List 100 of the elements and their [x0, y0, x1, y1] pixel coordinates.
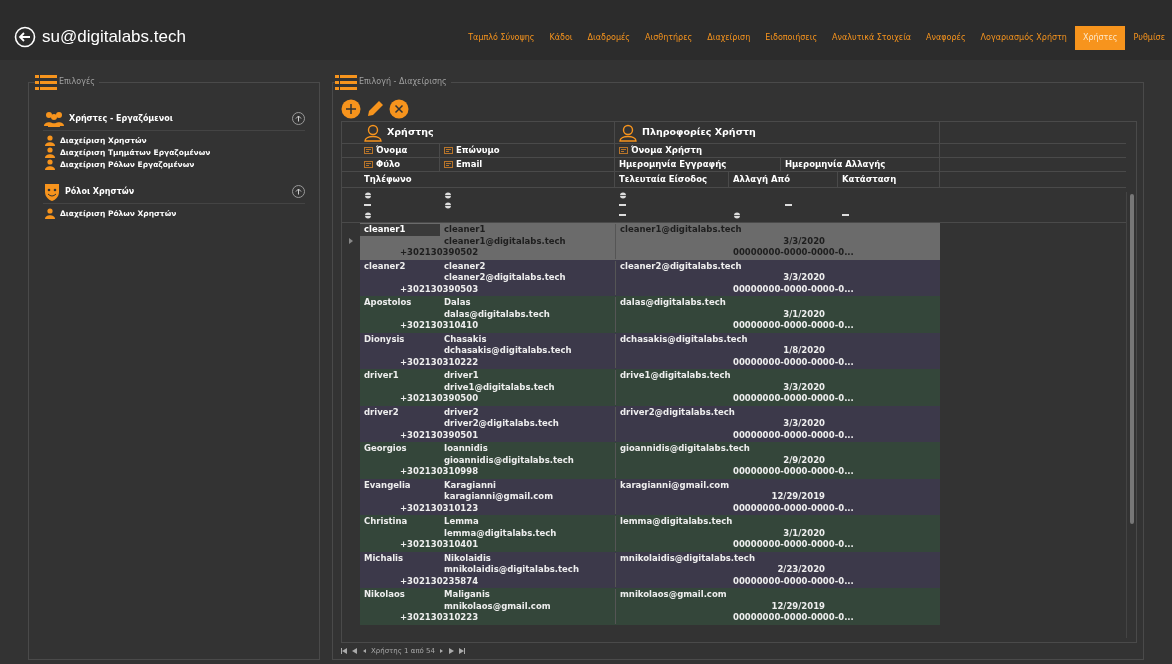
table-cell: 00000000-0000-0000-0... — [733, 392, 854, 406]
previous-page-icon[interactable] — [351, 648, 357, 654]
band-header: Πληροφορίες Χρήστη — [642, 125, 756, 140]
back-icon[interactable] — [14, 26, 36, 48]
table-cell: gioannidis@digitalabs.tech — [444, 453, 574, 467]
filter-icon[interactable] — [444, 191, 452, 199]
scrollbar[interactable] — [1126, 192, 1136, 638]
table-cell: cleaner1@digitalabs.tech — [620, 223, 742, 237]
column-header[interactable]: Email — [456, 158, 483, 171]
section-title[interactable]: Ρόλοι Χρηστών — [65, 185, 135, 198]
people-icon — [43, 110, 65, 127]
table-cell: Dalas — [444, 296, 471, 310]
dash-icon[interactable] — [364, 203, 371, 207]
nav-tab[interactable]: Κάδοι — [542, 26, 580, 50]
column-header[interactable]: Τηλέφωνο — [364, 173, 412, 186]
table-cell: 2/23/2020 — [777, 563, 825, 577]
filter-icon[interactable] — [733, 211, 741, 219]
table-cell: karagianni@gmail.com — [620, 478, 730, 492]
column-header[interactable]: Όνομα Χρήστη — [631, 144, 703, 157]
pencil-icon[interactable] — [365, 99, 385, 119]
table-cell: 3/1/2020 — [783, 526, 825, 540]
table-cell: driver2 — [364, 405, 399, 419]
table-cell: lemma@digitalabs.tech — [620, 515, 733, 529]
nav-tab[interactable]: Αισθητήρες — [638, 26, 700, 50]
table-cell: Nikolaos — [364, 588, 405, 602]
table-row[interactable]: Christina Lemma lemma@digitalabs.tech lemma@digitalabs.tech 3/1/2020 +302130310401 00000000-0000-0000-0... — [360, 515, 940, 552]
list-icon — [35, 73, 57, 91]
table-cell: Chasakis — [444, 332, 487, 346]
nav-tab[interactable]: Αναφορές — [919, 26, 973, 50]
nav-tab[interactable]: Διαδρομές — [580, 26, 637, 50]
panel-title: Επιλογές — [59, 76, 95, 88]
last-page-icon[interactable] — [459, 648, 466, 654]
table-cell: drive1@digitalabs.tech — [444, 380, 555, 394]
table-cell: +302130235874 — [400, 574, 479, 588]
column-header[interactable]: Επώνυμο — [456, 144, 500, 157]
column-header[interactable]: Κατάσταση — [842, 173, 897, 186]
table-row[interactable]: Nikolaos Maliganis mnikolaos@gmail.com mnikolaos@gmail.com 12/29/2019 +302130310223 00000000-0000-0000-0... — [360, 588, 940, 625]
dash-icon[interactable] — [785, 203, 792, 207]
filter-icon[interactable] — [364, 191, 372, 199]
table-cell: +302130310123 — [400, 501, 479, 515]
table-cell: mnikolaos@gmail.com — [620, 588, 727, 602]
table-cell: 00000000-0000-0000-0... — [733, 501, 854, 515]
table-row[interactable]: Apostolos Dalas dalas@digitalabs.tech dalas@digitalabs.tech 3/1/2020 +302130310410 00000000-0000-0000-0... — [360, 296, 940, 333]
column-header[interactable]: Αλλαγή Από — [733, 173, 791, 186]
close-icon[interactable] — [389, 99, 409, 119]
nav-tab[interactable]: Ρυθμίσε — [1126, 26, 1172, 50]
table-row[interactable]: driver1 driver1 drive1@digitalabs.tech drive1@digitalabs.tech 3/3/2020 +302130390500 00000000-0000-0000-0... — [360, 369, 940, 406]
table-cell: Michalis — [364, 551, 404, 565]
table-cell: driver1 — [364, 369, 399, 383]
section-title[interactable]: Χρήστες - Εργαζόμενοι — [69, 112, 173, 125]
card-icon — [444, 146, 453, 155]
first-page-icon[interactable] — [341, 648, 347, 654]
card-icon — [619, 146, 628, 155]
table-cell: cleaner2 — [364, 259, 406, 273]
column-header[interactable]: Όνομα — [376, 144, 408, 157]
table-cell: driver2@digitalabs.tech — [444, 417, 559, 431]
table-cell: 00000000-0000-0000-0... — [733, 246, 854, 260]
app-title: su@digitalabs.tech — [42, 25, 186, 48]
table-cell: Karagianni — [444, 478, 496, 492]
previous-icon[interactable] — [361, 648, 367, 654]
table-cell: cleaner1 — [364, 223, 406, 237]
nav-tab[interactable]: Ειδοποιήσεις — [758, 26, 825, 50]
table-cell: 3/3/2020 — [783, 234, 825, 248]
user-icon — [364, 123, 384, 142]
filter-icon[interactable] — [444, 201, 452, 209]
table-cell: +302130310222 — [400, 355, 479, 369]
table-cell: cleaner1@digitalabs.tech — [444, 234, 566, 248]
nav-tab[interactable]: Αναλυτικά Στοιχεία — [825, 26, 919, 50]
nav-tab[interactable]: Διαχείριση — [700, 26, 758, 50]
filter-icon[interactable] — [619, 191, 627, 199]
dash-icon[interactable] — [842, 213, 849, 217]
nav-tab[interactable]: Λογαριασμός Χρήστη — [973, 26, 1074, 50]
table-row[interactable]: Dionysis Chasakis dchasakis@digitalabs.tech dchasakis@digitalabs.tech 1/8/2020 +302130310222 00000000-0000-0000-0... — [360, 332, 940, 369]
table-cell: 00000000-0000-0000-0... — [733, 465, 854, 479]
column-header[interactable]: Τελευταία Είσοδος — [619, 173, 708, 186]
table-cell: 00000000-0000-0000-0... — [733, 574, 854, 588]
table-row[interactable]: Georgios Ioannidis gioannidis@digitalabs.tech gioannidis@digitalabs.tech 2/9/2020 +302130310998 00000000-0000-0000-0... — [360, 442, 940, 479]
table-cell: Ioannidis — [444, 442, 488, 456]
table-cell: 1/8/2020 — [783, 344, 825, 358]
filter-icon[interactable] — [364, 211, 372, 219]
add-icon[interactable] — [341, 99, 361, 119]
table-cell: dalas@digitalabs.tech — [620, 296, 726, 310]
band-header: Χρήστης — [387, 125, 434, 140]
panel-title: Επιλογή - Διαχείρισης — [359, 76, 447, 88]
table-cell: 12/29/2019 — [771, 599, 825, 613]
table-row[interactable]: Michalis Nikolaidis mnikolaidis@digitalabs.tech mnikolaidis@digitalabs.tech 2/23/2020 +302130235874 00000000-0000-0000-0... — [360, 551, 940, 588]
table-row[interactable]: Evangelia Karagianni karagianni@gmail.com karagianni@gmail.com 12/29/2019 +302130310123 00000000-0000-0000-0... — [360, 478, 940, 515]
table-cell: 00000000-0000-0000-0... — [733, 538, 854, 552]
nav-tab[interactable]: Ταμπλό Σύνοψης — [461, 26, 542, 50]
table-row[interactable]: driver2 driver2 driver2@digitalabs.tech driver2@digitalabs.tech 3/3/2020 +302130390501 00000000-0000-0000-0... — [360, 405, 940, 442]
row-pointer-icon — [349, 238, 353, 245]
column-header[interactable]: Ημερομηνία Αλλαγής — [785, 158, 886, 171]
table-row[interactable]: cleaner2 cleaner2 cleaner2@digitalabs.tech cleaner2@digitalabs.tech 3/3/2020 +302130390503 00000000-0000-0000-0... — [360, 259, 940, 296]
table-cell: 2/9/2020 — [783, 453, 825, 467]
next-page-icon[interactable] — [449, 648, 456, 654]
table-cell: 3/3/2020 — [783, 417, 825, 431]
column-header[interactable]: Ημερομηνία Εγγραφής — [619, 158, 727, 171]
column-header[interactable]: Φύλο — [376, 158, 401, 171]
table-row[interactable]: cleaner1 cleaner1 cleaner1@digitalabs.tech cleaner1@digitalabs.tech 3/3/2020 +302130390502 00000000-0000-0000-0... — [360, 223, 940, 260]
table-cell: Evangelia — [364, 478, 411, 492]
